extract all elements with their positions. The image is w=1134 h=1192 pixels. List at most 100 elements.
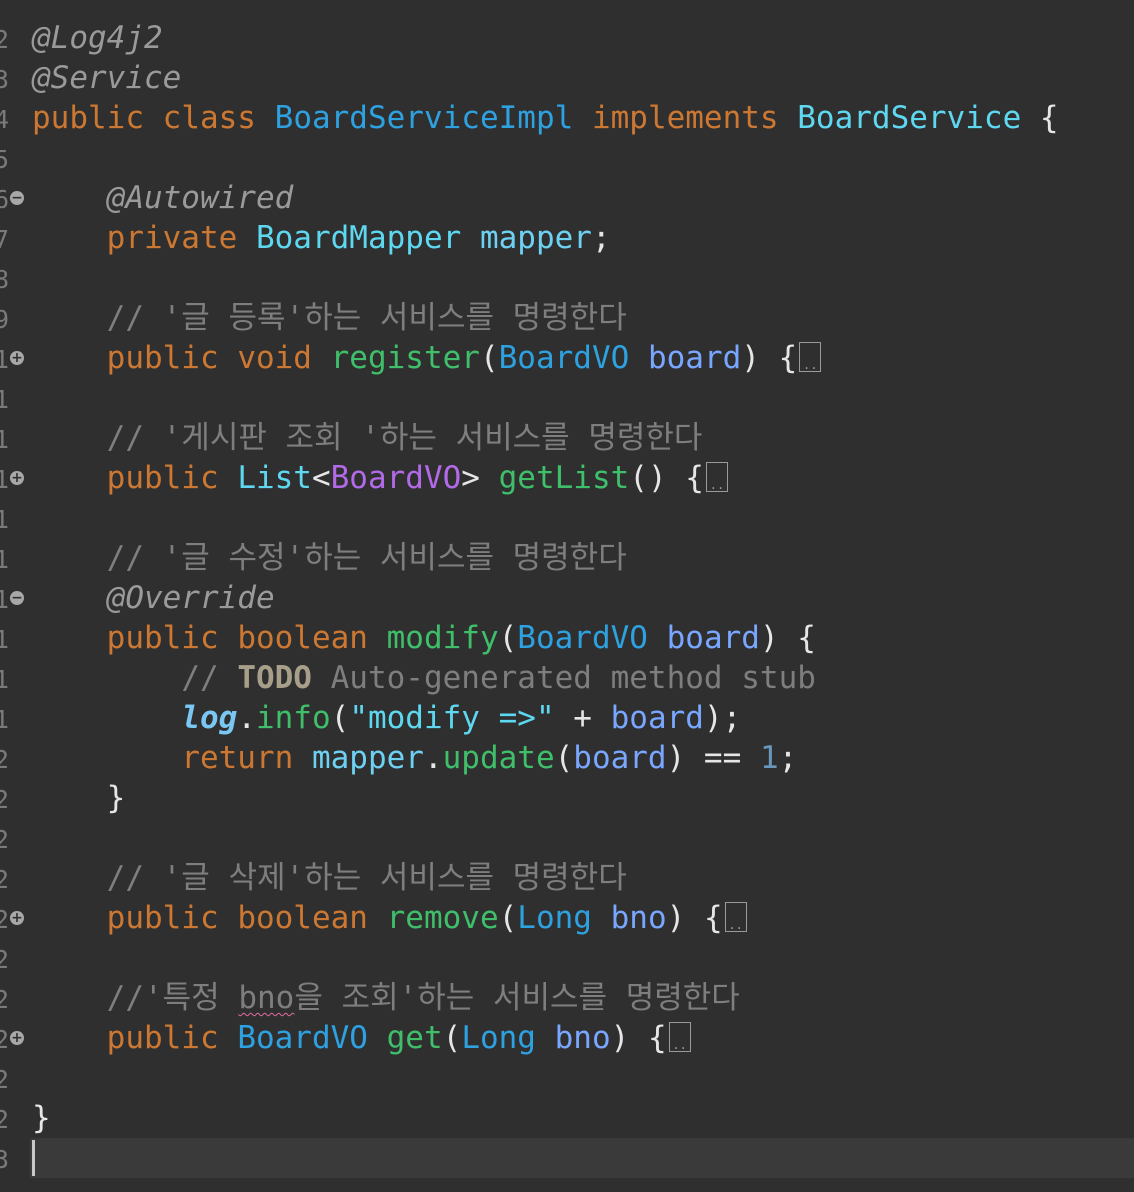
- line-number: 10: [0, 345, 8, 374]
- line-number: 2: [0, 25, 8, 54]
- semicolon: ;: [591, 220, 611, 256]
- code-line: public List<BoardVO> getList() {..: [32, 458, 1134, 498]
- fold-expand-icon[interactable]: +: [10, 911, 24, 925]
- field-name: mapper: [479, 220, 592, 256]
- generic-type: BoardVO: [330, 460, 462, 496]
- line-number: 21: [0, 785, 8, 814]
- keyword: boolean: [237, 620, 368, 656]
- comment: // '글 수정'하는 서비스를 명령한다: [106, 540, 627, 576]
- code-line: public BoardVO get(Long bno) {..: [32, 1018, 1134, 1058]
- line-number: 17: [0, 625, 8, 654]
- code-line: // TODO Auto-generated method stub: [32, 658, 1134, 698]
- todo-marker: TODO: [237, 660, 312, 696]
- field-name: mapper: [311, 740, 424, 776]
- fold-expand-icon[interactable]: +: [10, 351, 24, 365]
- code-line: @Autowired: [32, 178, 1134, 218]
- parameter: board: [610, 700, 704, 736]
- text-caret: [32, 1140, 35, 1176]
- annotation: @Override: [106, 580, 275, 616]
- line-number: 9: [0, 305, 8, 334]
- type-name: BoardVO: [498, 340, 630, 376]
- line-number: [0, 0, 8, 20]
- type-name: List: [237, 460, 312, 496]
- code-line: public void register(BoardVO board) {..: [32, 338, 1134, 378]
- line-number: 19: [0, 705, 8, 734]
- collapsed-code-marker[interactable]: ..: [705, 461, 728, 492]
- keyword: void: [237, 340, 312, 376]
- annotation: @Autowired: [106, 180, 294, 216]
- fold-collapse-icon[interactable]: −: [10, 591, 24, 605]
- code-area[interactable]: @Log4j2 @Service public class BoardServi…: [32, 18, 1134, 1138]
- code-line: // '게시판 조회 '하는 서비스를 명령한다: [32, 418, 1134, 458]
- line-number: 28: [0, 1065, 8, 1094]
- line-number: 22: [0, 825, 8, 854]
- method-name: register: [330, 340, 480, 376]
- parameter: bno: [610, 900, 667, 936]
- code-editor[interactable]: 2 3 4 5 6 7 8 9 10 11 12 13 14 15 16 17 …: [0, 0, 1134, 1192]
- method-name: get: [386, 1020, 443, 1056]
- line-number: 14: [0, 505, 8, 534]
- brace: {: [1039, 100, 1059, 136]
- annotation: @Log4j2: [32, 20, 163, 56]
- fold-expand-icon[interactable]: +: [10, 471, 24, 485]
- keyword: public: [106, 460, 219, 496]
- keyword: public: [106, 1020, 219, 1056]
- parameter: board: [666, 620, 760, 656]
- code-line: @Service: [32, 58, 1134, 98]
- line-number: 4: [0, 105, 8, 134]
- comment: // '글 등록'하는 서비스를 명령한다: [106, 300, 627, 336]
- code-line: log.info("modify =>" + board);: [181, 700, 742, 736]
- class-name: BoardServiceImpl: [274, 100, 574, 136]
- line-number: 7: [0, 225, 8, 254]
- parameter: bno: [554, 1020, 611, 1056]
- comment: // '글 삭제'하는 서비스를 명령한다: [106, 860, 627, 896]
- log-field: log: [181, 700, 238, 736]
- line-number: 12: [0, 425, 8, 454]
- code-line: @Override: [32, 578, 1134, 618]
- line-number: 29: [0, 1105, 8, 1134]
- interface-name: BoardService: [797, 100, 1022, 136]
- type-name: BoardMapper: [255, 220, 462, 256]
- brace: }: [32, 1100, 51, 1136]
- keyword: public: [106, 340, 219, 376]
- line-number: 16: [0, 585, 8, 614]
- code-line: // '글 등록'하는 서비스를 명령한다: [32, 298, 1134, 338]
- collapsed-code-marker[interactable]: ..: [724, 901, 747, 932]
- line-number: 20: [0, 745, 8, 774]
- number-literal: 1: [759, 740, 779, 776]
- line-number: 23: [0, 865, 8, 894]
- spelling-warning-word[interactable]: bno: [238, 980, 294, 1016]
- line-number: 8: [0, 265, 8, 294]
- parameter: board: [573, 740, 667, 776]
- keyword: class: [162, 100, 256, 136]
- keyword: boolean: [237, 900, 368, 936]
- type-name: BoardVO: [517, 620, 648, 656]
- code-line: private BoardMapper mapper;: [32, 218, 1134, 258]
- fold-collapse-icon[interactable]: −: [10, 191, 24, 205]
- collapsed-code-marker[interactable]: ..: [799, 341, 822, 372]
- comment: // '게시판 조회 '하는 서비스를 명령한다: [106, 420, 703, 456]
- keyword: public: [106, 900, 219, 936]
- method-name: info: [255, 700, 331, 736]
- code-line: @Log4j2: [32, 18, 1134, 58]
- keyword: public: [106, 620, 219, 656]
- line-number: 13: [0, 465, 8, 494]
- comment: 을 조회'하는 서비스를 명령한다: [294, 980, 740, 1016]
- comment: //'특정: [106, 980, 239, 1016]
- code-line: //'특정 bno을 조회'하는 서비스를 명령한다: [32, 978, 1134, 1018]
- line-number: 15: [0, 545, 8, 574]
- line-number: 26: [0, 985, 8, 1014]
- line-number: 3: [0, 65, 8, 94]
- type-name: BoardVO: [237, 1020, 368, 1056]
- line-number: 25: [0, 945, 8, 974]
- line-number: 6: [0, 185, 8, 214]
- line-number: 30: [0, 1145, 8, 1174]
- fold-expand-icon[interactable]: +: [10, 1031, 24, 1045]
- collapsed-code-marker[interactable]: ..: [668, 1021, 691, 1052]
